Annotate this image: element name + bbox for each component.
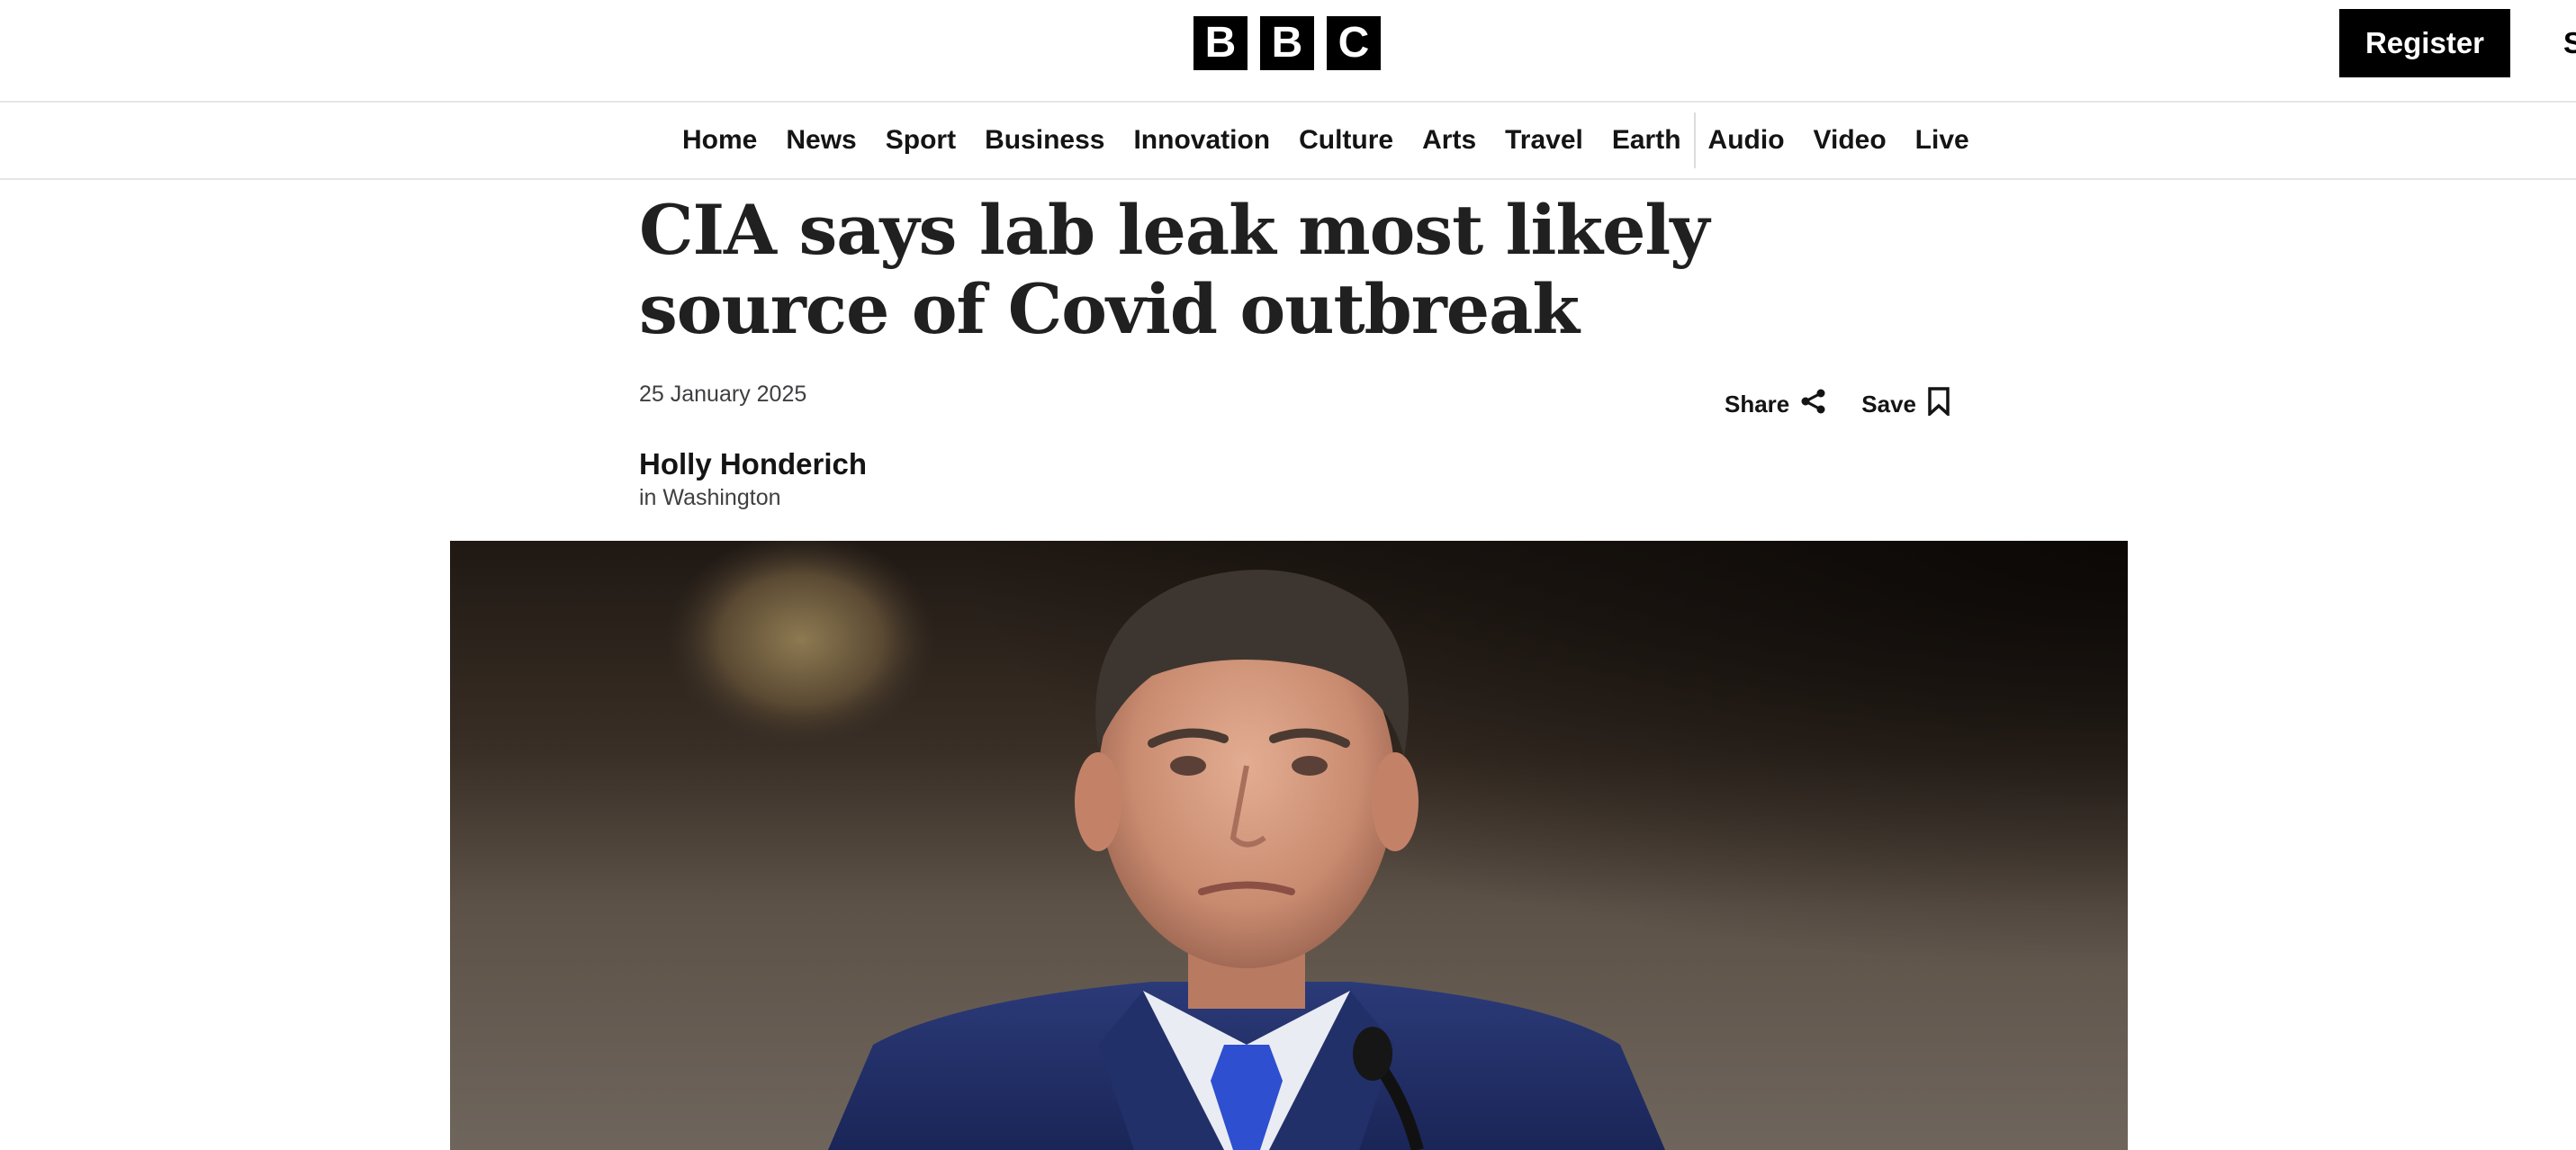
logo-letter-b2: B — [1260, 16, 1314, 70]
save-button[interactable]: Save — [1861, 387, 1950, 422]
article-headline: CIA says lab leak most likely source of … — [639, 190, 1709, 349]
share-icon — [1800, 388, 1827, 421]
nav-item-travel[interactable]: Travel — [1491, 125, 1598, 156]
nav-item-audio[interactable]: Audio — [1696, 125, 1799, 156]
share-button[interactable]: Share — [1725, 388, 1827, 421]
nav-item-sport[interactable]: Sport — [871, 125, 970, 156]
share-label: Share — [1725, 391, 1790, 418]
nav-item-video[interactable]: Video — [1799, 125, 1901, 156]
article-actions: Share Save — [1725, 387, 1950, 422]
nav-list: Home News Sport Business Innovation Cult… — [682, 103, 1984, 178]
nav-item-arts[interactable]: Arts — [1408, 125, 1491, 156]
main-navigation: Home News Sport Business Innovation Cult… — [0, 103, 2576, 180]
logo-letter-c: C — [1327, 16, 1381, 70]
bookmark-icon — [1927, 387, 1950, 422]
register-button[interactable]: Register — [2339, 9, 2510, 77]
byline: Holly Honderich in Washington — [639, 446, 867, 513]
sign-in-label: Sign In — [2563, 26, 2576, 59]
logo-letter-b1: B — [1193, 16, 1247, 70]
nav-item-culture[interactable]: Culture — [1284, 125, 1408, 156]
publish-date: 25 January 2025 — [639, 382, 807, 407]
nav-item-business[interactable]: Business — [970, 125, 1119, 156]
nav-item-home[interactable]: Home — [682, 125, 771, 156]
sign-in-link[interactable]: Sign In — [2563, 9, 2576, 77]
nav-item-live[interactable]: Live — [1901, 125, 1984, 156]
nav-item-earth[interactable]: Earth — [1598, 125, 1694, 156]
top-bar: B B C Register Sign In — [0, 0, 2576, 103]
bbc-logo[interactable]: B B C — [1193, 16, 1381, 70]
hero-image — [450, 541, 2128, 1150]
save-label: Save — [1861, 391, 1916, 418]
nav-item-innovation[interactable]: Innovation — [1119, 125, 1284, 156]
nav-item-news[interactable]: News — [771, 125, 870, 156]
author-name[interactable]: Holly Honderich — [639, 446, 867, 482]
author-location: in Washington — [639, 485, 781, 510]
